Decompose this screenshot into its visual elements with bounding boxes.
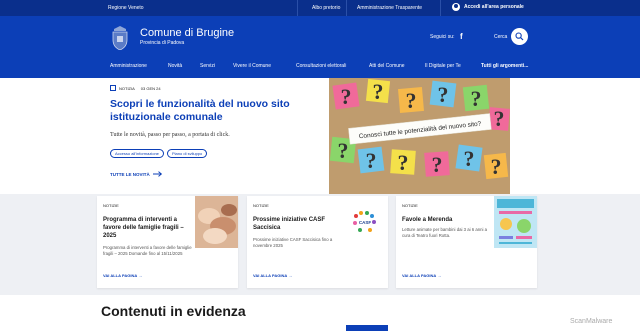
card-more-label: VAI ALLA PAGINA (402, 273, 437, 278)
svg-text:?: ? (432, 152, 443, 177)
card-category: NOTIZIE (103, 203, 119, 208)
svg-text:?: ? (338, 138, 349, 163)
tag-accesso[interactable]: Accesso all'informazione (110, 149, 164, 158)
card-more-label: VAI ALLA PAGINA (253, 273, 288, 278)
card-title[interactable]: Prossime iniziative CASF Saccisica (253, 216, 335, 232)
nav-item-atti[interactable]: Atti del Comune (369, 63, 405, 69)
card-category: NOTIZIE (402, 203, 418, 208)
news-cards: NOTIZIE Programma di interventi a favore… (0, 194, 640, 295)
svg-text:?: ? (438, 82, 449, 107)
divider (297, 0, 298, 16)
albo-pretorio-link[interactable]: Albo pretorio (312, 5, 340, 11)
hero-meta: NOTIZIA 03 GEN 24 (110, 85, 161, 91)
hero-category: NOTIZIA (119, 85, 135, 91)
featured-item-preview[interactable] (346, 325, 388, 331)
search-button[interactable] (511, 28, 528, 45)
login-button[interactable]: Accedi all'area personale (452, 3, 524, 11)
nav-item-amministrazione[interactable]: Amministrazione (110, 63, 147, 69)
region-link[interactable]: Regione Veneto (108, 5, 144, 11)
main-nav: Amministrazione Novità Servizi Vivere il… (0, 60, 640, 78)
hero-image: ? ? ? ? ? ? ? ? ? ? ? ? Conosci tutte le… (329, 78, 510, 194)
divider (440, 0, 441, 16)
news-card[interactable]: NOTIZIE Favole a Merenda Letture animate… (396, 196, 537, 288)
casf-logo: CASF (350, 210, 380, 234)
top-bar: Regione Veneto Albo pretorio Amministraz… (0, 0, 640, 16)
news-card[interactable]: NOTIZIE Prossime iniziative CASF Saccisi… (247, 196, 388, 288)
casf-logo-text: CASF (359, 220, 372, 225)
follow-label: Seguici su: (430, 34, 455, 40)
card-more-label: VAI ALLA PAGINA (103, 273, 138, 278)
arrow-right-icon (152, 171, 162, 177)
card-more-link[interactable]: VAI ALLA PAGINA → (253, 273, 292, 278)
card-title[interactable]: Programma di interventi a favore delle f… (103, 216, 191, 240)
svg-text:?: ? (398, 150, 409, 175)
svg-text:?: ? (341, 84, 352, 109)
card-more-link[interactable]: VAI ALLA PAGINA → (402, 273, 441, 278)
svg-text:?: ? (491, 154, 502, 179)
province-name: Provincia di Padova (140, 40, 185, 46)
amministrazione-trasparente-link[interactable]: Amministrazione Trasparente (357, 5, 422, 11)
casf-logo-icon: CASF (353, 211, 376, 232)
search-icon (515, 32, 524, 41)
watermark: ScanMalware (570, 318, 613, 325)
login-label: Accedi all'area personale (464, 4, 524, 10)
svg-text:?: ? (373, 79, 384, 104)
hands-image (195, 196, 238, 248)
card-description: Programma di interventi a favore delle f… (103, 245, 192, 256)
coat-of-arms-icon[interactable] (110, 26, 130, 50)
nav-item-vivere[interactable]: Vivere il Comune (233, 63, 271, 69)
hero-section: NOTIZIA 03 GEN 24 Scopri le funzionalità… (0, 78, 640, 194)
news-card[interactable]: NOTIZIE Programma di interventi a favore… (97, 196, 238, 288)
svg-text:?: ? (406, 88, 417, 113)
nav-item-all-topics[interactable]: Tutti gli argomenti... (481, 63, 528, 69)
poster-image (494, 196, 537, 248)
card-thumbnail (195, 196, 238, 248)
svg-text:?: ? (366, 148, 377, 173)
hero-date: 03 GEN 24 (140, 85, 161, 91)
nav-item-consultazioni[interactable]: Consultazioni elettorali (296, 63, 346, 69)
all-news-link[interactable]: TUTTE LE NOVITÀ (110, 171, 163, 177)
svg-text:?: ? (471, 86, 482, 111)
svg-text:?: ? (494, 106, 505, 131)
featured-title: Contenuti in evidenza (101, 303, 246, 319)
card-description: Letture animate per bambini dai 3 ai 6 a… (402, 227, 488, 238)
header: Comune di Brugine Provincia di Padova Se… (0, 16, 640, 60)
card-title[interactable]: Favole a Merenda (402, 216, 490, 224)
facebook-icon[interactable]: f (460, 32, 463, 41)
all-news-label: TUTTE LE NOVITÀ (110, 171, 150, 177)
nav-item-novita[interactable]: Novità (168, 63, 182, 69)
question-notes-image: ? ? ? ? ? ? ? ? ? ? ? ? Conosci tutte le… (329, 78, 510, 194)
nav-item-servizi[interactable]: Servizi (200, 63, 215, 69)
tag-piano[interactable]: Piano di sviluppo (167, 149, 208, 158)
card-description: Prossime iniziative CASF Saccisica fino … (253, 237, 333, 248)
hero-subtitle: Tutte le novità, passo per passo, a port… (110, 132, 230, 138)
nav-item-digitale[interactable]: Il Digitale per Te (425, 63, 461, 69)
user-icon (452, 3, 460, 11)
hero-title[interactable]: Scopri le funzionalità del nuovo sito is… (110, 98, 300, 124)
town-name[interactable]: Comune di Brugine (140, 27, 234, 39)
card-thumbnail (494, 196, 537, 248)
card-more-link[interactable]: VAI ALLA PAGINA → (103, 273, 142, 278)
card-category: NOTIZIE (253, 203, 269, 208)
calendar-icon (110, 85, 116, 91)
divider (346, 0, 347, 16)
search-label: Cerca (494, 34, 508, 40)
svg-text:?: ? (464, 146, 475, 171)
